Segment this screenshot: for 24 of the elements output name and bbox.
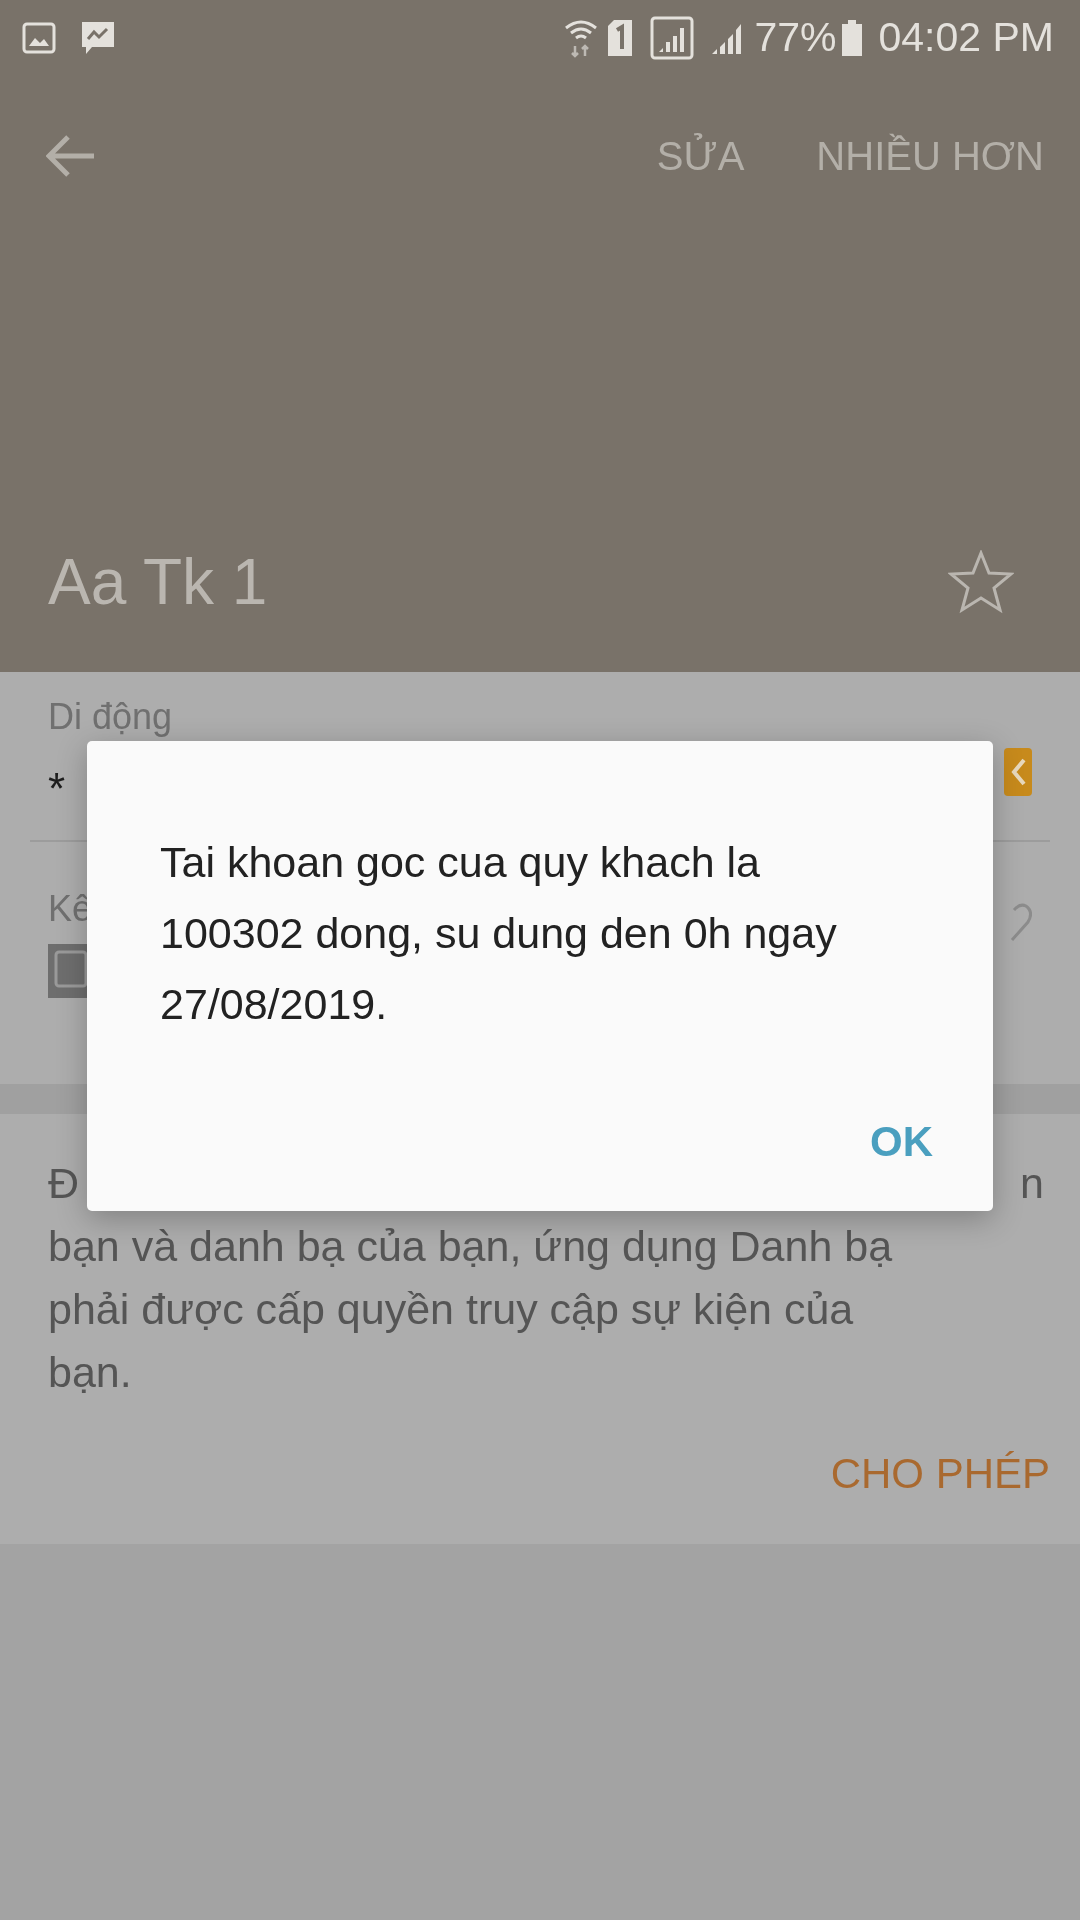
gallery-icon (22, 22, 56, 54)
signal-icon (650, 16, 695, 60)
device-icon (48, 944, 88, 998)
allow-button[interactable]: CHO PHÉP (830, 1442, 1050, 1505)
phone-number: * (48, 763, 67, 815)
permission-text: bạn. (48, 1347, 133, 1398)
ok-button[interactable]: OK (870, 1110, 933, 1173)
sim-card-icon (606, 18, 635, 58)
action-button[interactable]: NHIỀU HƠN (816, 126, 1044, 186)
back-icon[interactable] (46, 134, 96, 178)
permission-text: bạn và danh bạ của bạn, ứng dụng Danh bạ (48, 1221, 894, 1272)
battery-percentage: 77% (754, 13, 837, 63)
wifi-icon (564, 18, 599, 58)
permission-text: n (1020, 1158, 1044, 1209)
dialog-message: Tai khoan goc cua quy khach la 100302 dong, su dung den 0h ngay 27/08/2019. (160, 837, 838, 1030)
permission-text: phải được cấp quyền truy cập sự kiện của (48, 1284, 855, 1335)
action-button[interactable]: SỬA (656, 126, 745, 186)
star-outline-icon[interactable] (948, 550, 1014, 614)
clock: 04:02 PM (878, 13, 1054, 63)
battery-icon (840, 20, 863, 56)
field-label: Di động (48, 695, 173, 739)
permission-text: Đ (48, 1158, 80, 1209)
contact-name: Aa Tk 1 (48, 545, 268, 620)
message-icon[interactable] (1004, 748, 1032, 796)
